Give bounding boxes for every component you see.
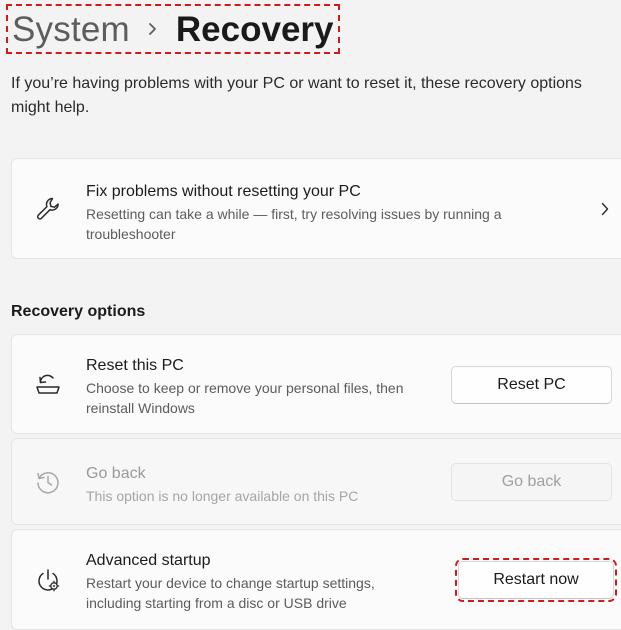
restart-now-button[interactable]: Restart now: [455, 558, 617, 602]
fix-problems-description: Resetting can take a while — first, try …: [86, 206, 502, 242]
page-title: Recovery: [175, 9, 334, 49]
reset-pc-description: Choose to keep or remove your personal f…: [86, 380, 404, 416]
fix-problems-card[interactable]: Fix problems without resetting your PC R…: [11, 158, 621, 259]
go-back-button[interactable]: Go back: [451, 463, 612, 501]
fix-problems-title: Fix problems without resetting your PC: [86, 183, 361, 200]
breadcrumb: System Recovery: [6, 4, 340, 54]
intro-text: If you’re having problems with your PC o…: [11, 75, 582, 116]
wrench-icon: [34, 195, 62, 223]
chevron-right-icon: [598, 202, 612, 216]
reset-pc-title: Reset this PC: [86, 357, 184, 374]
history-icon: [34, 468, 62, 496]
advanced-startup-card: Advanced startup Restart your device to …: [11, 529, 621, 630]
go-back-title: Go back: [86, 465, 146, 482]
reset-pc-button[interactable]: Reset PC: [451, 366, 612, 404]
reset-pc-icon: [34, 370, 62, 398]
go-back-card: Go back This option is no longer availab…: [11, 438, 621, 525]
chevron-right-icon: [146, 22, 160, 36]
recovery-options-heading: Recovery options: [11, 303, 146, 320]
reset-pc-card: Reset this PC Choose to keep or remove y…: [11, 334, 621, 434]
power-settings-icon: [34, 566, 62, 594]
advanced-startup-title: Advanced startup: [86, 552, 211, 569]
go-back-description: This option is no longer available on th…: [86, 488, 359, 504]
breadcrumb-system-link[interactable]: System: [12, 12, 130, 47]
advanced-startup-description: Restart your device to change startup se…: [86, 575, 375, 611]
